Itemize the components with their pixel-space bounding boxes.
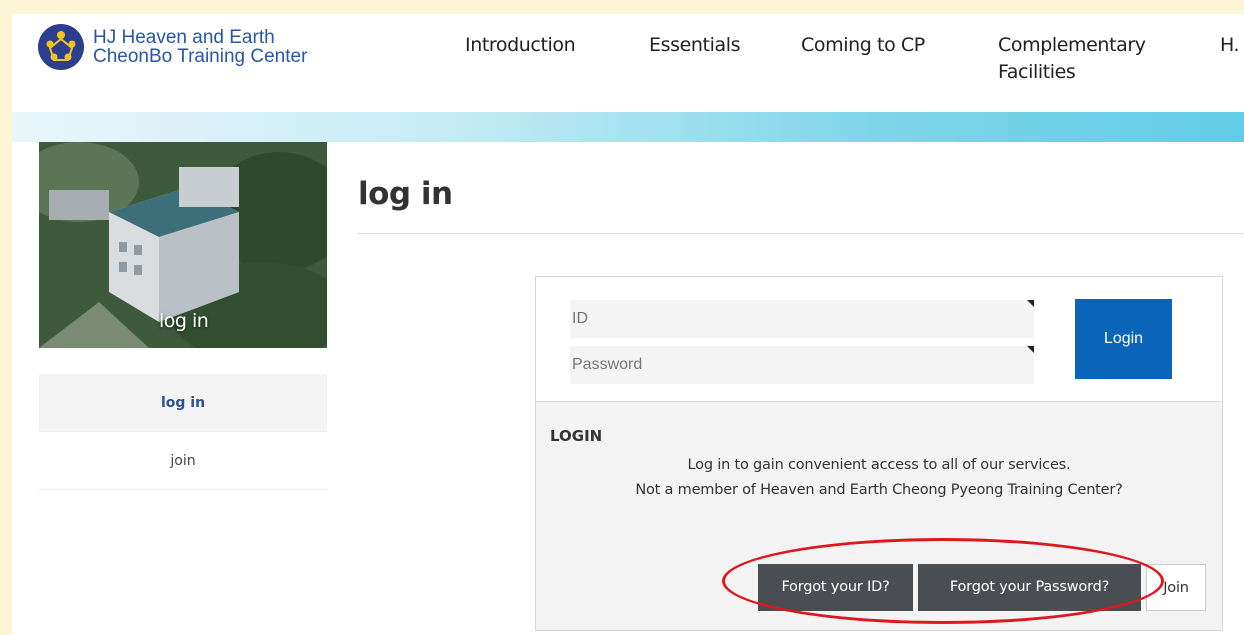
- page-title: log in: [358, 176, 453, 212]
- nav-introduction[interactable]: Introduction: [465, 32, 615, 59]
- logo-emblem-icon: [38, 24, 84, 70]
- login-form: Login LOGIN Log in to gain convenient ac…: [535, 276, 1223, 631]
- logo-line-2: CheonBo Training Center: [93, 46, 308, 67]
- sidebar-photo-label: log in: [159, 310, 209, 332]
- page: HJ Heaven and Earth CheonBo Training Cen…: [12, 14, 1244, 635]
- title-divider: [358, 233, 1244, 234]
- info-text-line-1: Log in to gain convenient access to all …: [687, 457, 1071, 473]
- forgot-password-button[interactable]: Forgot your Password?: [918, 564, 1141, 611]
- login-info-panel: LOGIN Log in to gain convenient access t…: [536, 401, 1222, 630]
- logo-text: HJ Heaven and Earth CheonBo Training Cen…: [93, 28, 307, 66]
- nav-essentials[interactable]: Essentials: [649, 32, 769, 59]
- nav-complementary-facilities[interactable]: Complementary Facilities: [998, 32, 1188, 86]
- id-field-corner-icon: [1027, 300, 1034, 307]
- logo-line-1: HJ Heaven and Earth: [93, 27, 275, 48]
- nav-coming-to-cp[interactable]: Coming to CP: [801, 32, 976, 59]
- header-banner: [12, 112, 1244, 142]
- sidebar-menu: log in join: [39, 374, 327, 490]
- id-input[interactable]: [570, 300, 1034, 338]
- forgot-id-button[interactable]: Forgot your ID?: [758, 564, 913, 611]
- join-button[interactable]: Join: [1146, 564, 1206, 611]
- nav-truncated-item[interactable]: H.: [1220, 32, 1244, 59]
- password-field-corner-icon: [1027, 346, 1034, 353]
- info-heading: LOGIN: [550, 427, 603, 445]
- site-header: HJ Heaven and Earth CheonBo Training Cen…: [12, 14, 1244, 112]
- sidebar-item-login[interactable]: log in: [39, 374, 327, 432]
- sidebar-item-join[interactable]: join: [39, 432, 327, 490]
- info-text-line-2: Not a member of Heaven and Earth Cheong …: [635, 482, 1123, 498]
- site-logo[interactable]: HJ Heaven and Earth CheonBo Training Cen…: [38, 24, 307, 70]
- login-button[interactable]: Login: [1075, 299, 1172, 379]
- password-input[interactable]: [570, 346, 1034, 384]
- sidebar-photo: log in: [39, 142, 327, 348]
